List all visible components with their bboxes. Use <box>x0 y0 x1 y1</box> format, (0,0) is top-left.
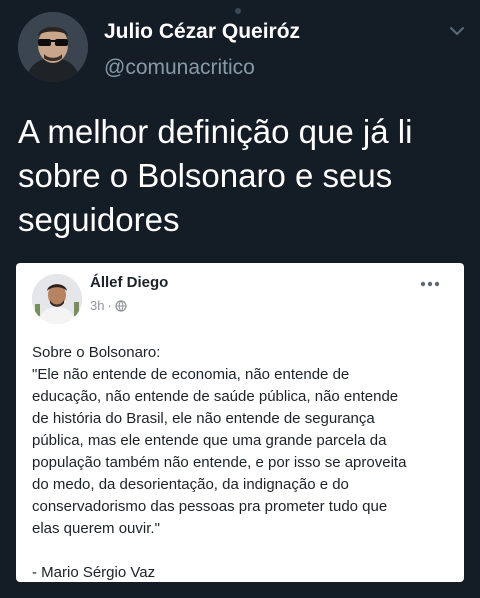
post-body-line: população também não entende, e por isso… <box>32 454 407 471</box>
author-username[interactable]: @comunacritico <box>104 56 255 80</box>
post-body-line: do medo, da desorientação, da indignação… <box>32 476 349 493</box>
post-body-line: conservadorismo das pessoas pra prometer… <box>32 498 388 515</box>
meta-separator: · <box>107 298 112 313</box>
chevron-down-icon[interactable] <box>448 24 466 38</box>
post-body: Sobre o Bolsonaro: "Ele não entende de e… <box>32 342 458 584</box>
post-avatar-photo-icon <box>32 274 82 324</box>
post-time[interactable]: 3h <box>90 298 104 313</box>
tweet-text: A melhor definição que já li sobre o Bol… <box>18 113 413 238</box>
post-meta: 3h · <box>90 298 127 313</box>
post-body-line: educação, não entende de saúde pública, … <box>32 388 399 405</box>
post-body-line: pública, mas ele entende que uma grande … <box>32 432 387 449</box>
avatar-photo-icon <box>18 12 88 82</box>
post-author-name[interactable]: Állef Diego <box>90 274 168 291</box>
post-author-avatar[interactable] <box>32 274 82 324</box>
more-dots-icon[interactable] <box>418 277 442 289</box>
post-body-line: Sobre o Bolsonaro: <box>32 344 161 361</box>
author-avatar[interactable] <box>18 12 88 82</box>
author-display-name[interactable]: Julio Cézar Queiróz <box>104 20 300 44</box>
globe-icon <box>115 299 127 312</box>
post-body-line: "Ele não entende de economia, não entend… <box>32 366 350 383</box>
tweet-header: Julio Cézar Queiróz @comunacritico <box>0 0 480 95</box>
embedded-facebook-post[interactable]: Állef Diego 3h · Sobre o Bolsonaro: "Ele… <box>16 263 464 582</box>
post-body-line: de história do Brasil, ele não entende d… <box>32 410 375 427</box>
post-signature: - Mario Sérgio Vaz <box>32 564 156 581</box>
post-body-line: elas querem ouvir." <box>32 520 160 537</box>
